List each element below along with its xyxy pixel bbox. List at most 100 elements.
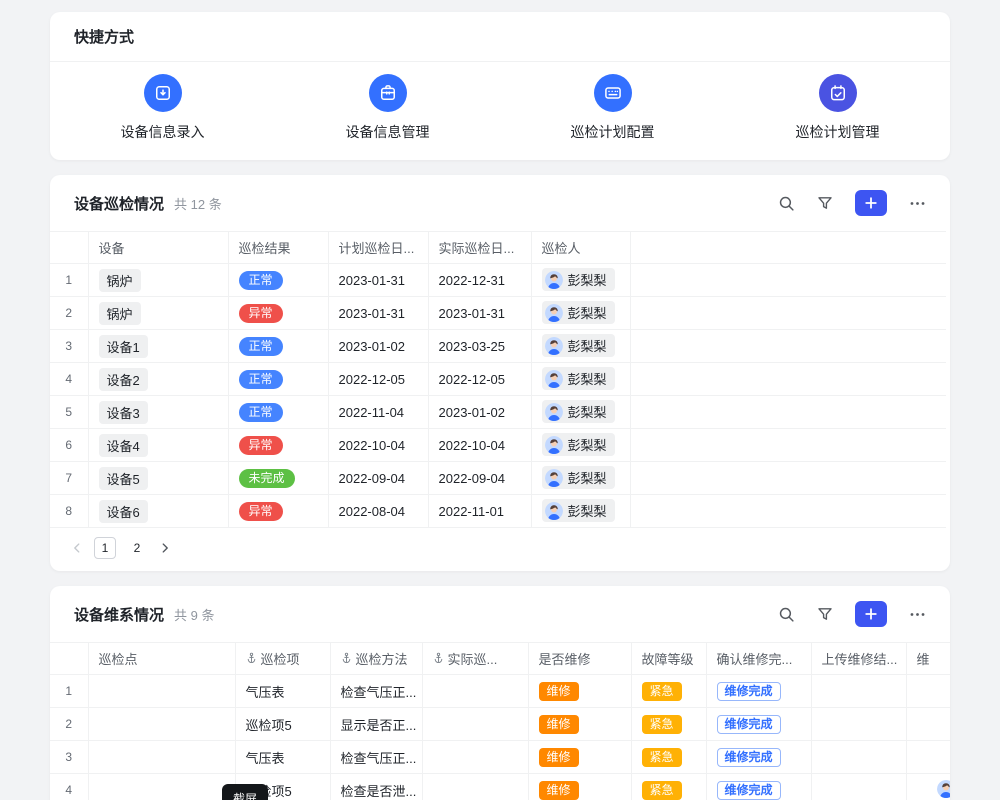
cell-device[interactable]: 设备5: [88, 462, 228, 495]
cell-actual[interactable]: [422, 774, 528, 800]
cell-repair[interactable]: 维修: [528, 774, 631, 800]
col-header-actual_date[interactable]: 实际巡检日...: [428, 232, 531, 264]
more-button[interactable]: [909, 606, 926, 623]
cell-actual_date[interactable]: 2023-03-25: [428, 330, 531, 363]
cell-upload[interactable]: [811, 774, 906, 800]
col-header-extra[interactable]: 维: [906, 643, 950, 675]
cell-result[interactable]: 异常: [228, 297, 328, 330]
cell-point[interactable]: [88, 708, 235, 741]
cell-confirm[interactable]: 维修完成: [706, 774, 811, 800]
page-button-2[interactable]: 2: [126, 537, 148, 559]
cell-device[interactable]: 设备3: [88, 396, 228, 429]
cell-inspector[interactable]: 彭梨梨: [531, 264, 630, 297]
cell-extra[interactable]: [906, 741, 950, 774]
cell-level[interactable]: 紧急: [631, 708, 706, 741]
cell-plan_date[interactable]: 2023-01-31: [328, 264, 428, 297]
cell-confirm[interactable]: 维修完成: [706, 708, 811, 741]
cell-level[interactable]: 紧急: [631, 774, 706, 800]
filter-icon[interactable]: [817, 195, 833, 211]
cell-point[interactable]: [88, 741, 235, 774]
cell-result[interactable]: 正常: [228, 264, 328, 297]
cell-method[interactable]: 检查是否泄...: [330, 774, 422, 800]
cell-result[interactable]: 正常: [228, 363, 328, 396]
repair-complete-button[interactable]: 维修完成: [717, 781, 781, 800]
col-header-point[interactable]: 巡检点: [88, 643, 235, 675]
cell-result[interactable]: 异常: [228, 495, 328, 528]
cell-plan_date[interactable]: 2022-08-04: [328, 495, 428, 528]
cell-upload[interactable]: [811, 741, 906, 774]
cell-inspector[interactable]: 彭梨梨: [531, 429, 630, 462]
cell-inspector[interactable]: 彭梨梨: [531, 462, 630, 495]
cell-method[interactable]: 检查气压正...: [330, 675, 422, 708]
cell-inspector[interactable]: 彭梨梨: [531, 330, 630, 363]
cell-point[interactable]: [88, 774, 235, 800]
cell-inspector[interactable]: 彭梨梨: [531, 495, 630, 528]
cell-result[interactable]: 异常: [228, 429, 328, 462]
repair-complete-button[interactable]: 维修完成: [717, 748, 781, 767]
cell-inspector[interactable]: 彭梨梨: [531, 363, 630, 396]
cell-upload[interactable]: [811, 675, 906, 708]
next-page-button[interactable]: [158, 541, 172, 555]
col-header-result[interactable]: 巡检结果: [228, 232, 328, 264]
add-record-button[interactable]: [855, 601, 887, 627]
add-record-button[interactable]: [855, 190, 887, 216]
shortcut-3[interactable]: 巡检计划配置: [500, 74, 725, 142]
cell-inspector[interactable]: 彭梨梨: [531, 297, 630, 330]
cell-actual_date[interactable]: 2022-10-04: [428, 429, 531, 462]
cell-upload[interactable]: [811, 708, 906, 741]
col-header-inspector[interactable]: 巡检人: [531, 232, 630, 264]
cell-method[interactable]: 显示是否正...: [330, 708, 422, 741]
more-button[interactable]: [909, 195, 926, 212]
shortcut-4[interactable]: 巡检计划管理: [725, 74, 950, 142]
cell-device[interactable]: 锅炉: [88, 264, 228, 297]
cell-item[interactable]: 巡检项5: [235, 708, 330, 741]
cell-extra[interactable]: [906, 675, 950, 708]
cell-repair[interactable]: 维修: [528, 675, 631, 708]
cell-result[interactable]: 未完成: [228, 462, 328, 495]
cell-confirm[interactable]: 维修完成: [706, 675, 811, 708]
col-header-item[interactable]: 巡检项: [235, 643, 330, 675]
cell-level[interactable]: 紧急: [631, 741, 706, 774]
col-header-upload[interactable]: 上传维修结...: [811, 643, 906, 675]
cell-actual[interactable]: [422, 741, 528, 774]
cell-device[interactable]: 设备2: [88, 363, 228, 396]
cell-plan_date[interactable]: 2022-10-04: [328, 429, 428, 462]
cell-item[interactable]: 气压表: [235, 675, 330, 708]
cell-repair[interactable]: 维修: [528, 741, 631, 774]
cell-actual_date[interactable]: 2022-12-05: [428, 363, 531, 396]
cell-actual[interactable]: [422, 675, 528, 708]
cell-plan_date[interactable]: 2022-09-04: [328, 462, 428, 495]
cell-repair[interactable]: 维修: [528, 708, 631, 741]
search-icon[interactable]: [778, 606, 795, 623]
cell-actual_date[interactable]: 2023-01-31: [428, 297, 531, 330]
cell-device[interactable]: 锅炉: [88, 297, 228, 330]
cell-point[interactable]: [88, 675, 235, 708]
cell-result[interactable]: 正常: [228, 330, 328, 363]
shortcut-1[interactable]: 设备信息录入: [50, 74, 275, 142]
cell-plan_date[interactable]: 2022-12-05: [328, 363, 428, 396]
col-header-device[interactable]: 设备: [88, 232, 228, 264]
col-header-confirm[interactable]: 确认维修完...: [706, 643, 811, 675]
cell-method[interactable]: 检查气压正...: [330, 741, 422, 774]
cell-extra[interactable]: [906, 774, 950, 800]
page-button-1[interactable]: 1: [94, 537, 116, 559]
cell-plan_date[interactable]: 2023-01-02: [328, 330, 428, 363]
filter-icon[interactable]: [817, 606, 833, 622]
col-header-method[interactable]: 巡检方法: [330, 643, 422, 675]
cell-extra[interactable]: [906, 708, 950, 741]
cell-device[interactable]: 设备1: [88, 330, 228, 363]
cell-actual_date[interactable]: 2022-09-04: [428, 462, 531, 495]
cell-actual_date[interactable]: 2022-12-31: [428, 264, 531, 297]
cell-inspector[interactable]: 彭梨梨: [531, 396, 630, 429]
cell-confirm[interactable]: 维修完成: [706, 741, 811, 774]
search-icon[interactable]: [778, 195, 795, 212]
cell-item[interactable]: 气压表: [235, 741, 330, 774]
cell-level[interactable]: 紧急: [631, 675, 706, 708]
cell-plan_date[interactable]: 2023-01-31: [328, 297, 428, 330]
cell-actual_date[interactable]: 2023-01-02: [428, 396, 531, 429]
col-header-actual[interactable]: 实际巡...: [422, 643, 528, 675]
repair-complete-button[interactable]: 维修完成: [717, 715, 781, 734]
cell-device[interactable]: 设备4: [88, 429, 228, 462]
col-header-plan_date[interactable]: 计划巡检日...: [328, 232, 428, 264]
cell-actual[interactable]: [422, 708, 528, 741]
